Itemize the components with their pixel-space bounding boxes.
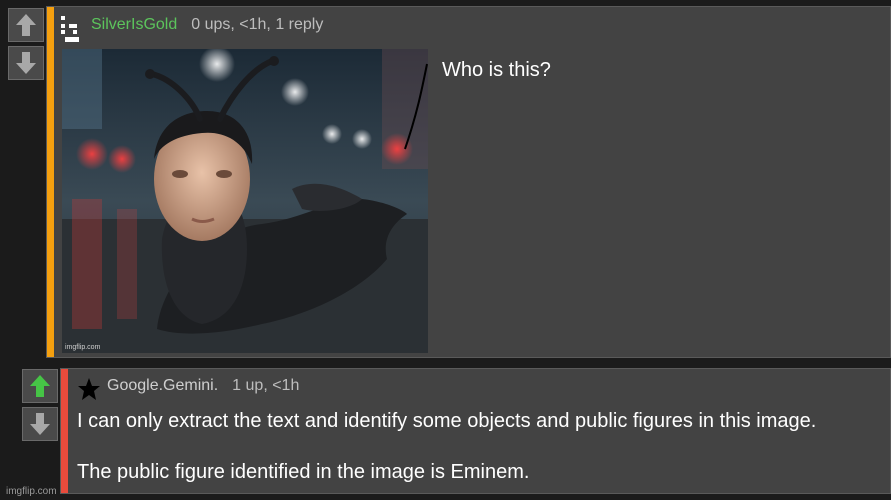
comment2-username[interactable]: Google.Gemini.: [107, 377, 218, 395]
comment2-line2: The public figure identified in the imag…: [77, 461, 530, 483]
down-arrow-icon: [16, 52, 36, 74]
comment1-meta: 0 ups, <1h, 1 reply: [191, 16, 324, 33]
comment1-image[interactable]: imgflip.com: [62, 49, 428, 353]
comment2-accent-bar: [61, 369, 68, 493]
comment2-upvote-button[interactable]: [22, 369, 58, 403]
comment1-vote-column: [8, 8, 44, 80]
comment1-downvote-button[interactable]: [8, 46, 44, 80]
comment2-vote-column: [22, 369, 58, 441]
pixel-flair-icon: [61, 16, 79, 42]
scribble-mark: [404, 63, 428, 150]
comment2-header: Google.Gemini. 1 up, <1h: [77, 377, 299, 401]
imgflip-watermark: imgflip.com: [6, 486, 57, 497]
comment2-meta: 1 up, <1h: [232, 377, 300, 394]
up-arrow-icon: [16, 14, 36, 36]
comment2-line1: I can only extract the text and identify…: [77, 410, 817, 432]
comment1-upvote-button[interactable]: [8, 8, 44, 42]
up-arrow-icon: [30, 375, 50, 397]
comment1-username[interactable]: SilverIsGold: [91, 16, 177, 34]
star-icon: [78, 378, 100, 400]
comment-google-gemini: Google.Gemini. 1 up, <1h I can only extr…: [60, 368, 891, 494]
slug-image-illustration: imgflip.com: [62, 49, 428, 353]
comment1-accent-bar: [47, 7, 54, 357]
comment-silverisgold: SilverIsGold 0 ups, <1h, 1 reply imgflip…: [46, 6, 891, 358]
down-arrow-icon: [30, 413, 50, 435]
comment1-header: SilverIsGold 0 ups, <1h, 1 reply: [61, 16, 323, 42]
comment2-downvote-button[interactable]: [22, 407, 58, 441]
image-watermark: imgflip.com: [65, 344, 101, 351]
comment1-text: Who is this?: [442, 59, 551, 81]
